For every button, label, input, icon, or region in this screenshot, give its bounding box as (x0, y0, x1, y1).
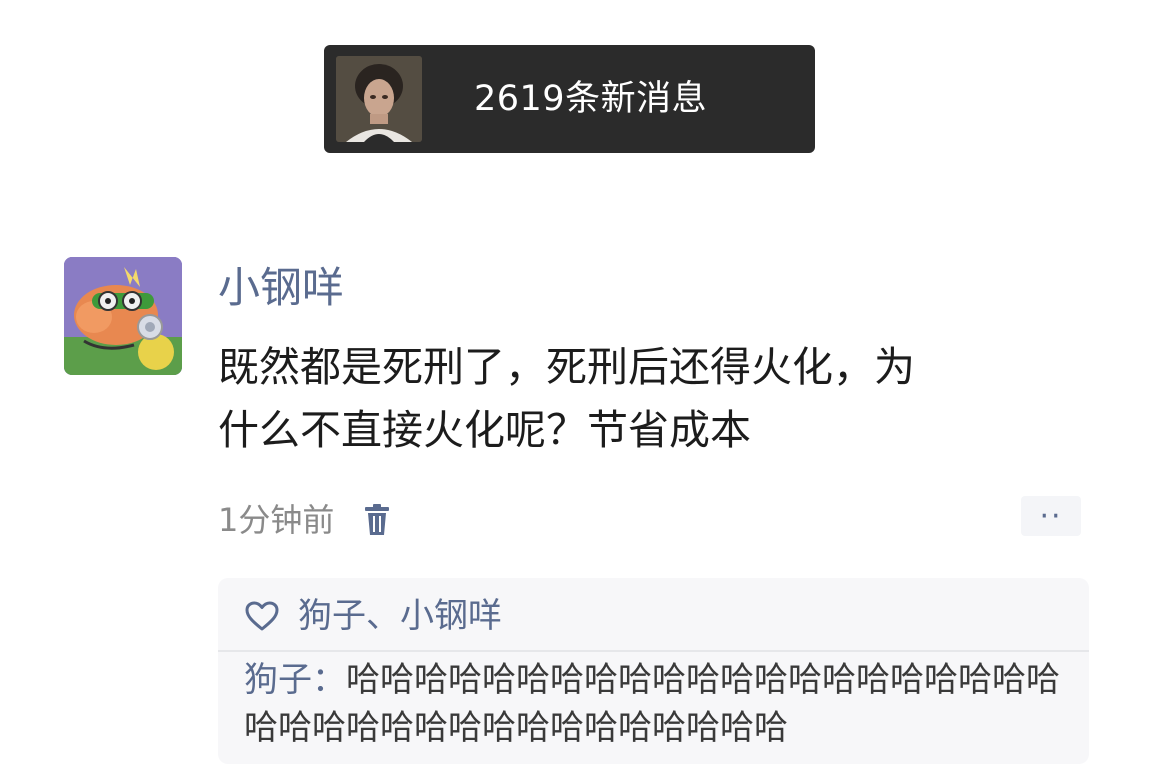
post-text: 既然都是死刑了，死刑后还得火化，为 什么不直接火化呢？节省成本 (218, 336, 1078, 462)
comment[interactable]: 狗子：哈哈哈哈哈哈哈哈哈哈哈哈哈哈哈哈哈哈哈哈哈哈哈哈哈哈哈哈哈哈哈哈哈哈哈哈哈 (244, 656, 1074, 752)
post-text-line: 既然都是死刑了，死刑后还得火化，为 (218, 343, 915, 391)
post-meta: 1分钟前 (218, 496, 392, 544)
divider (218, 650, 1089, 652)
avatar[interactable] (64, 257, 182, 375)
trash-icon[interactable] (362, 503, 392, 537)
new-messages-count: 2619条新消息 (474, 79, 708, 119)
heart-icon (244, 600, 280, 632)
more-button[interactable]: ·· (1021, 496, 1081, 536)
comment-text: 哈哈哈哈哈哈哈哈哈哈哈哈哈哈哈哈哈哈哈哈哈哈哈哈哈哈哈哈哈哈哈哈哈哈哈哈哈 (244, 660, 1060, 748)
comments-box: 狗子、小钢咩 狗子：哈哈哈哈哈哈哈哈哈哈哈哈哈哈哈哈哈哈哈哈哈哈哈哈哈哈哈哈哈哈… (218, 578, 1089, 764)
post-text-line: 什么不直接火化呢？节省成本 (218, 406, 751, 454)
comment-author[interactable]: 狗子 (244, 660, 312, 700)
likes-names[interactable]: 狗子、小钢咩 (298, 590, 502, 642)
banner-avatar (336, 56, 422, 142)
new-messages-banner[interactable]: 2619条新消息 (324, 45, 815, 153)
timestamp: 1分钟前 (218, 501, 335, 539)
ellipsis-icon: ·· (1039, 498, 1063, 534)
comment-separator: ： (312, 660, 346, 700)
username[interactable]: 小钢咩 (218, 258, 344, 318)
likes-row: 狗子、小钢咩 (244, 590, 502, 642)
